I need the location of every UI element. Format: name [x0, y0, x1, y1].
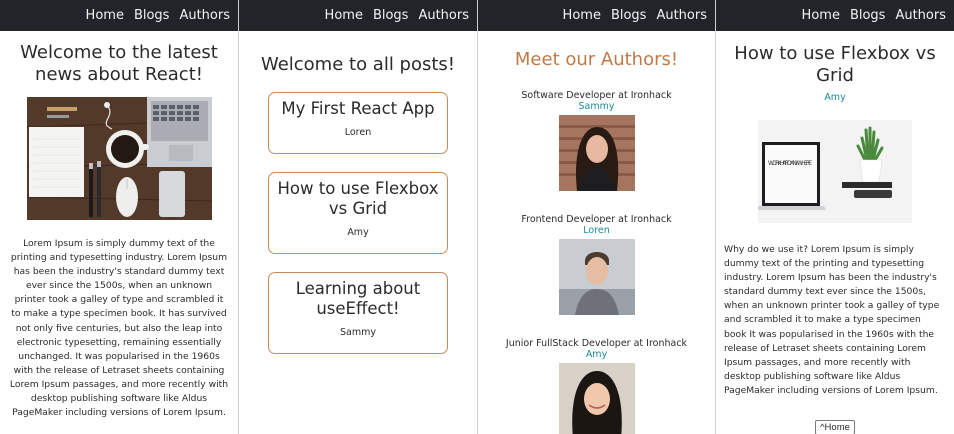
nav-home-link[interactable]: Home: [86, 8, 124, 23]
navbar: Home Blogs Authors: [239, 0, 477, 31]
post-body-text: Why do we use it? Lorem Ipsum is simply …: [724, 244, 940, 396]
post-panel: Home Blogs Authors How to use Flexbox vs…: [716, 0, 954, 434]
nav-authors-link[interactable]: Authors: [895, 8, 946, 23]
nav-authors-link[interactable]: Authors: [656, 8, 707, 23]
post-author-link[interactable]: Amy: [716, 92, 954, 103]
nav-authors-link[interactable]: Authors: [418, 8, 469, 23]
post-card[interactable]: My First React App Loren: [268, 92, 448, 154]
author-avatar: [558, 115, 635, 191]
page-title: Meet our Authors!: [514, 49, 679, 70]
nav-authors-link[interactable]: Authors: [179, 8, 230, 23]
home-button[interactable]: ^Home: [815, 420, 855, 434]
post-image-caption: WORKHARD ANYWHERE: [768, 160, 812, 167]
nav-blogs-link[interactable]: Blogs: [611, 8, 647, 23]
author-name-link[interactable]: Amy: [478, 349, 715, 360]
post-title[interactable]: Learning about useEffect!: [269, 279, 447, 319]
nav-blogs-link[interactable]: Blogs: [850, 8, 886, 23]
author-card: Junior FullStack Developer at Ironhack A…: [478, 338, 715, 434]
post-title[interactable]: How to use Flexbox vs Grid: [269, 179, 447, 219]
post-author: Sammy: [340, 327, 376, 338]
nav-home-link[interactable]: Home: [325, 8, 363, 23]
author-name-link[interactable]: Loren: [478, 225, 715, 236]
post-title[interactable]: My First React App: [269, 99, 447, 119]
intro-text: Lorem Ipsum is simply dummy text of the …: [9, 238, 229, 419]
post-image: WORKHARD ANYWHERE: [758, 120, 912, 223]
page-title: Welcome to the latest news about React!: [20, 42, 218, 85]
author-name-link[interactable]: Sammy: [478, 101, 715, 112]
nav-home-link[interactable]: Home: [802, 8, 840, 23]
author-card: Software Developer at Ironhack Sammy: [478, 90, 715, 191]
post-author: Amy: [347, 227, 369, 238]
author-avatar: [558, 363, 635, 434]
author-card: Frontend Developer at Ironhack Loren: [478, 214, 715, 315]
home-panel: Home Blogs Authors Welcome to the latest…: [0, 0, 239, 434]
post-author: Loren: [344, 127, 372, 138]
nav-home-link[interactable]: Home: [563, 8, 601, 23]
nav-blogs-link[interactable]: Blogs: [373, 8, 409, 23]
page-title: Welcome to all posts!: [260, 54, 456, 75]
author-role: Junior FullStack Developer at Ironhack: [505, 338, 688, 349]
blogs-panel: Home Blogs Authors Welcome to all posts!…: [239, 0, 478, 434]
author-role: Frontend Developer at Ironhack: [521, 214, 672, 225]
post-card[interactable]: How to use Flexbox vs Grid Amy: [268, 172, 448, 254]
desk-image: [26, 97, 212, 220]
navbar: Home Blogs Authors: [478, 0, 715, 31]
page-title: How to use Flexbox vs Grid: [734, 43, 936, 86]
nav-blogs-link[interactable]: Blogs: [134, 8, 170, 23]
author-role: Software Developer at Ironhack: [521, 90, 672, 101]
authors-panel: Home Blogs Authors Meet our Authors! Sof…: [478, 0, 716, 434]
author-avatar: [558, 239, 635, 315]
post-card[interactable]: Learning about useEffect! Sammy: [268, 272, 448, 354]
navbar: Home Blogs Authors: [716, 0, 954, 31]
navbar: Home Blogs Authors: [0, 0, 238, 31]
